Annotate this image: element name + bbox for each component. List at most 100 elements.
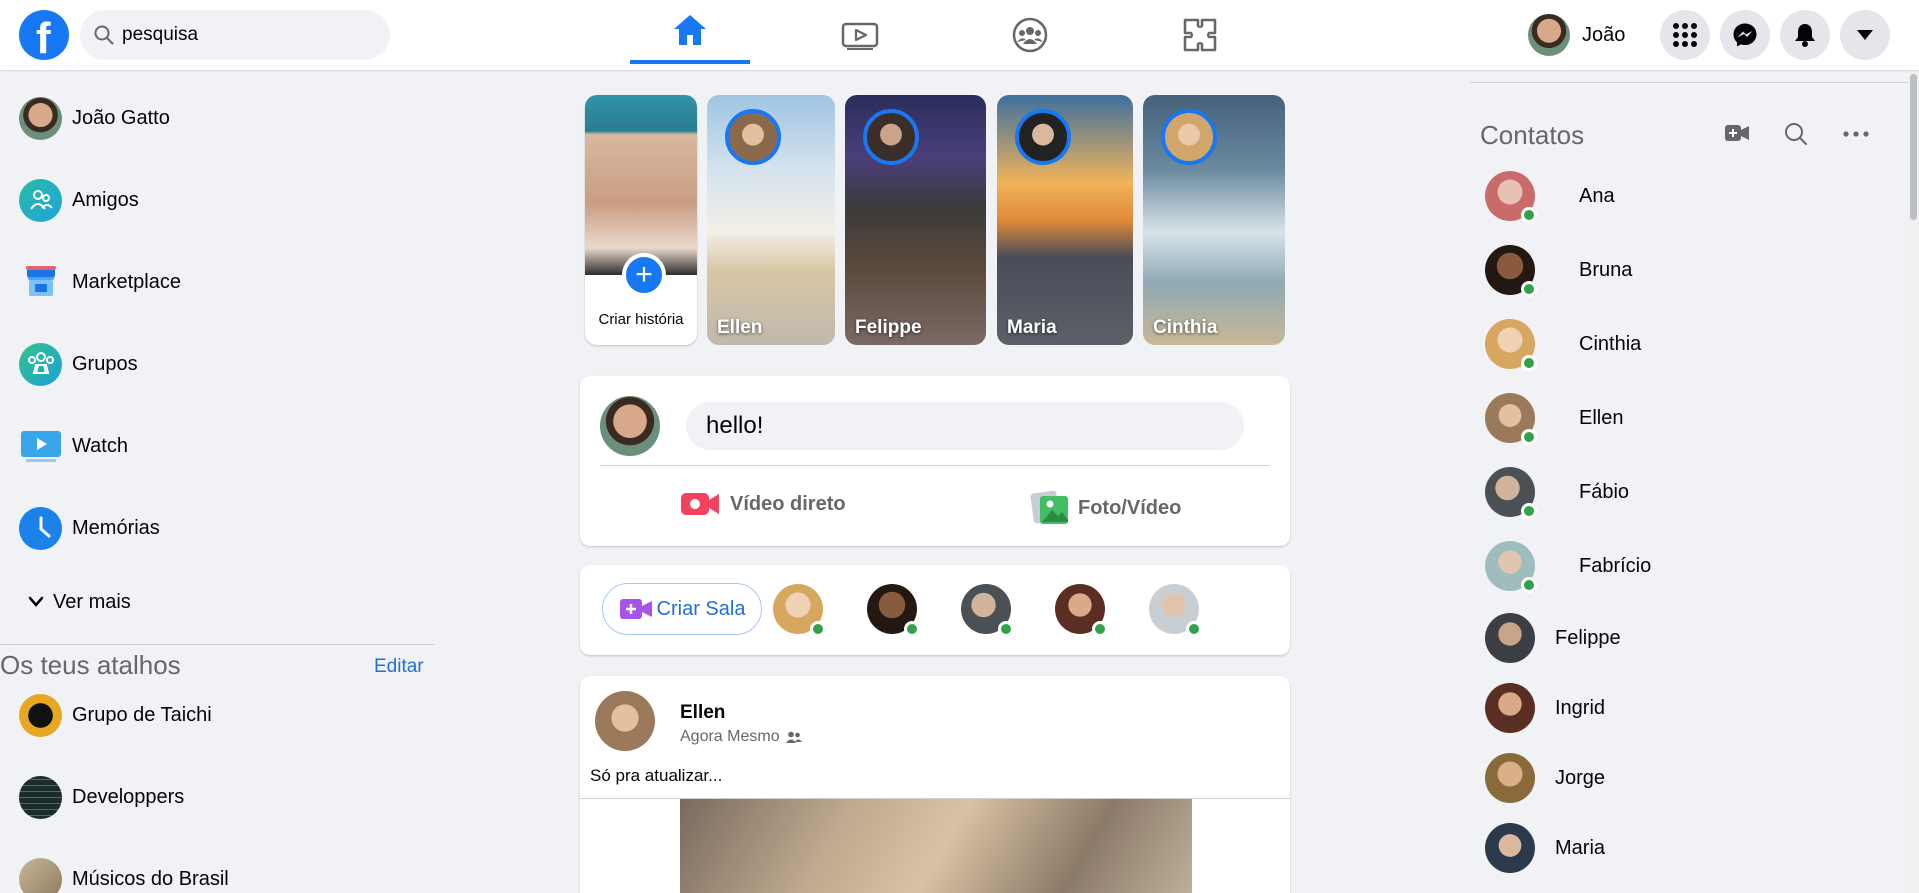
story-name: Ellen	[717, 317, 763, 338]
messenger-button[interactable]	[1720, 10, 1770, 60]
photo-icon	[1030, 490, 1068, 524]
sidebar-item-label: João Gatto	[72, 106, 170, 129]
rooms-bar: Criar Sala	[580, 565, 1290, 655]
avatar	[1528, 14, 1570, 56]
tab-home[interactable]	[630, 0, 750, 64]
avatar	[1485, 613, 1535, 663]
watch-icon	[19, 425, 62, 468]
contact-item[interactable]: Cinthia	[1485, 317, 1641, 371]
online-indicator	[904, 621, 920, 637]
clock-icon	[19, 506, 62, 550]
avatar[interactable]	[595, 691, 655, 751]
online-indicator	[1521, 577, 1537, 593]
sidebar-item-profile[interactable]: João Gatto	[19, 93, 170, 143]
story-name: Cinthia	[1153, 317, 1218, 338]
contact-name: Maria	[1555, 836, 1606, 859]
post-composer: hello! Vídeo direto Foto/Vídeo	[580, 376, 1290, 546]
contact-item[interactable]: Ellen	[1485, 391, 1623, 445]
story-card[interactable]: Felippe	[845, 95, 986, 345]
sidebar-item-label: Grupos	[72, 352, 138, 375]
sidebar-item-marketplace[interactable]: Marketplace	[19, 257, 181, 307]
contact-item[interactable]: Ingrid	[1485, 681, 1605, 735]
online-indicator	[1521, 207, 1537, 223]
home-icon	[674, 15, 706, 45]
online-indicator	[1092, 621, 1108, 637]
divider	[600, 465, 1270, 466]
shortcut-item[interactable]: Developpers	[19, 772, 184, 822]
divider	[1470, 82, 1908, 83]
shortcuts-title: Os teus atalhos	[0, 650, 181, 680]
create-room-label: Criar Sala	[656, 597, 746, 620]
menu-button[interactable]	[1660, 10, 1710, 60]
tab-watch[interactable]	[800, 0, 920, 70]
room-avatar[interactable]	[1055, 584, 1108, 637]
avatar	[1485, 541, 1537, 593]
search-input[interactable]	[122, 10, 372, 60]
contact-item[interactable]: Maria	[1485, 821, 1605, 875]
online-indicator	[810, 621, 826, 637]
composer-input[interactable]: hello!	[686, 402, 1244, 450]
room-avatar[interactable]	[961, 584, 1014, 637]
room-avatar[interactable]	[867, 584, 920, 637]
online-indicator	[1521, 281, 1537, 297]
create-room-button[interactable]: Criar Sala	[602, 583, 762, 635]
contact-name: Fabrício	[1579, 554, 1652, 577]
scrollbar-thumb[interactable]	[1910, 74, 1917, 220]
tab-gaming[interactable]	[1140, 0, 1260, 70]
page-scrollbar[interactable]	[1908, 70, 1919, 893]
story-card[interactable]: Maria	[997, 95, 1133, 345]
menu-grid-icon	[1673, 23, 1697, 47]
sidebar-item-watch[interactable]: Watch	[19, 421, 128, 471]
story-avatar	[1015, 109, 1071, 165]
post-image[interactable]	[680, 799, 1192, 893]
sidebar-item-friends[interactable]: Amigos	[19, 175, 139, 225]
sidebar-item-label: Marketplace	[72, 270, 181, 293]
shortcut-item[interactable]: Grupo de Taichi	[19, 690, 212, 740]
avatar	[1485, 467, 1537, 519]
friends-audience-icon	[785, 731, 802, 743]
facebook-logo[interactable]: f	[19, 10, 69, 63]
contact-item[interactable]: Fábio	[1485, 465, 1629, 519]
contact-item[interactable]: Bruna	[1485, 243, 1632, 297]
contact-item[interactable]: Jorge	[1485, 751, 1605, 805]
sidebar-item-label: Amigos	[72, 188, 139, 211]
post-author[interactable]: Ellen	[680, 702, 725, 724]
contact-item[interactable]: Felippe	[1485, 611, 1621, 665]
online-indicator	[998, 621, 1014, 637]
more-options-icon[interactable]	[1843, 131, 1869, 137]
story-card[interactable]: Ellen	[707, 95, 835, 345]
new-room-icon[interactable]	[1725, 124, 1749, 142]
create-story-card[interactable]: + Criar história	[585, 95, 697, 345]
search-bar[interactable]	[80, 10, 390, 60]
shortcut-item[interactable]: Músicos do Brasil	[19, 854, 229, 893]
room-avatar[interactable]	[773, 584, 826, 637]
messenger-icon	[1733, 23, 1757, 47]
photo-video-label: Foto/Vídeo	[1078, 496, 1182, 519]
avatar	[1485, 319, 1537, 371]
contact-name: Bruna	[1579, 258, 1633, 281]
sidebar-item-memories[interactable]: Memórias	[19, 503, 160, 553]
tab-groups[interactable]	[970, 0, 1090, 70]
sidebar-item-groups[interactable]: Grupos	[19, 339, 138, 389]
online-indicator	[1186, 621, 1202, 637]
contact-item[interactable]: Fabrício	[1485, 539, 1651, 593]
room-avatar[interactable]	[1149, 584, 1202, 637]
notifications-button[interactable]	[1780, 10, 1830, 60]
avatar	[600, 396, 660, 456]
contact-name: Jorge	[1555, 766, 1606, 789]
photo-video-button[interactable]: Foto/Vídeo	[1030, 490, 1181, 526]
caret-down-icon	[1857, 30, 1873, 40]
bell-icon	[1795, 24, 1815, 47]
contact-name: Fábio	[1579, 480, 1630, 503]
live-video-button[interactable]: Vídeo direto	[680, 490, 846, 518]
story-card[interactable]: Cinthia	[1143, 95, 1285, 345]
shortcut-avatar	[19, 693, 62, 737]
edit-shortcuts-link[interactable]: Editar	[374, 656, 424, 678]
contact-item[interactable]: Ana	[1485, 169, 1615, 223]
see-more-label: Ver mais	[53, 590, 131, 613]
account-menu-button[interactable]	[1840, 10, 1890, 60]
search-icon[interactable]	[1784, 122, 1808, 146]
see-more-button[interactable]: Ver mais	[28, 577, 131, 627]
profile-chip[interactable]: João	[1528, 10, 1625, 60]
contact-name: Ingrid	[1555, 696, 1606, 719]
